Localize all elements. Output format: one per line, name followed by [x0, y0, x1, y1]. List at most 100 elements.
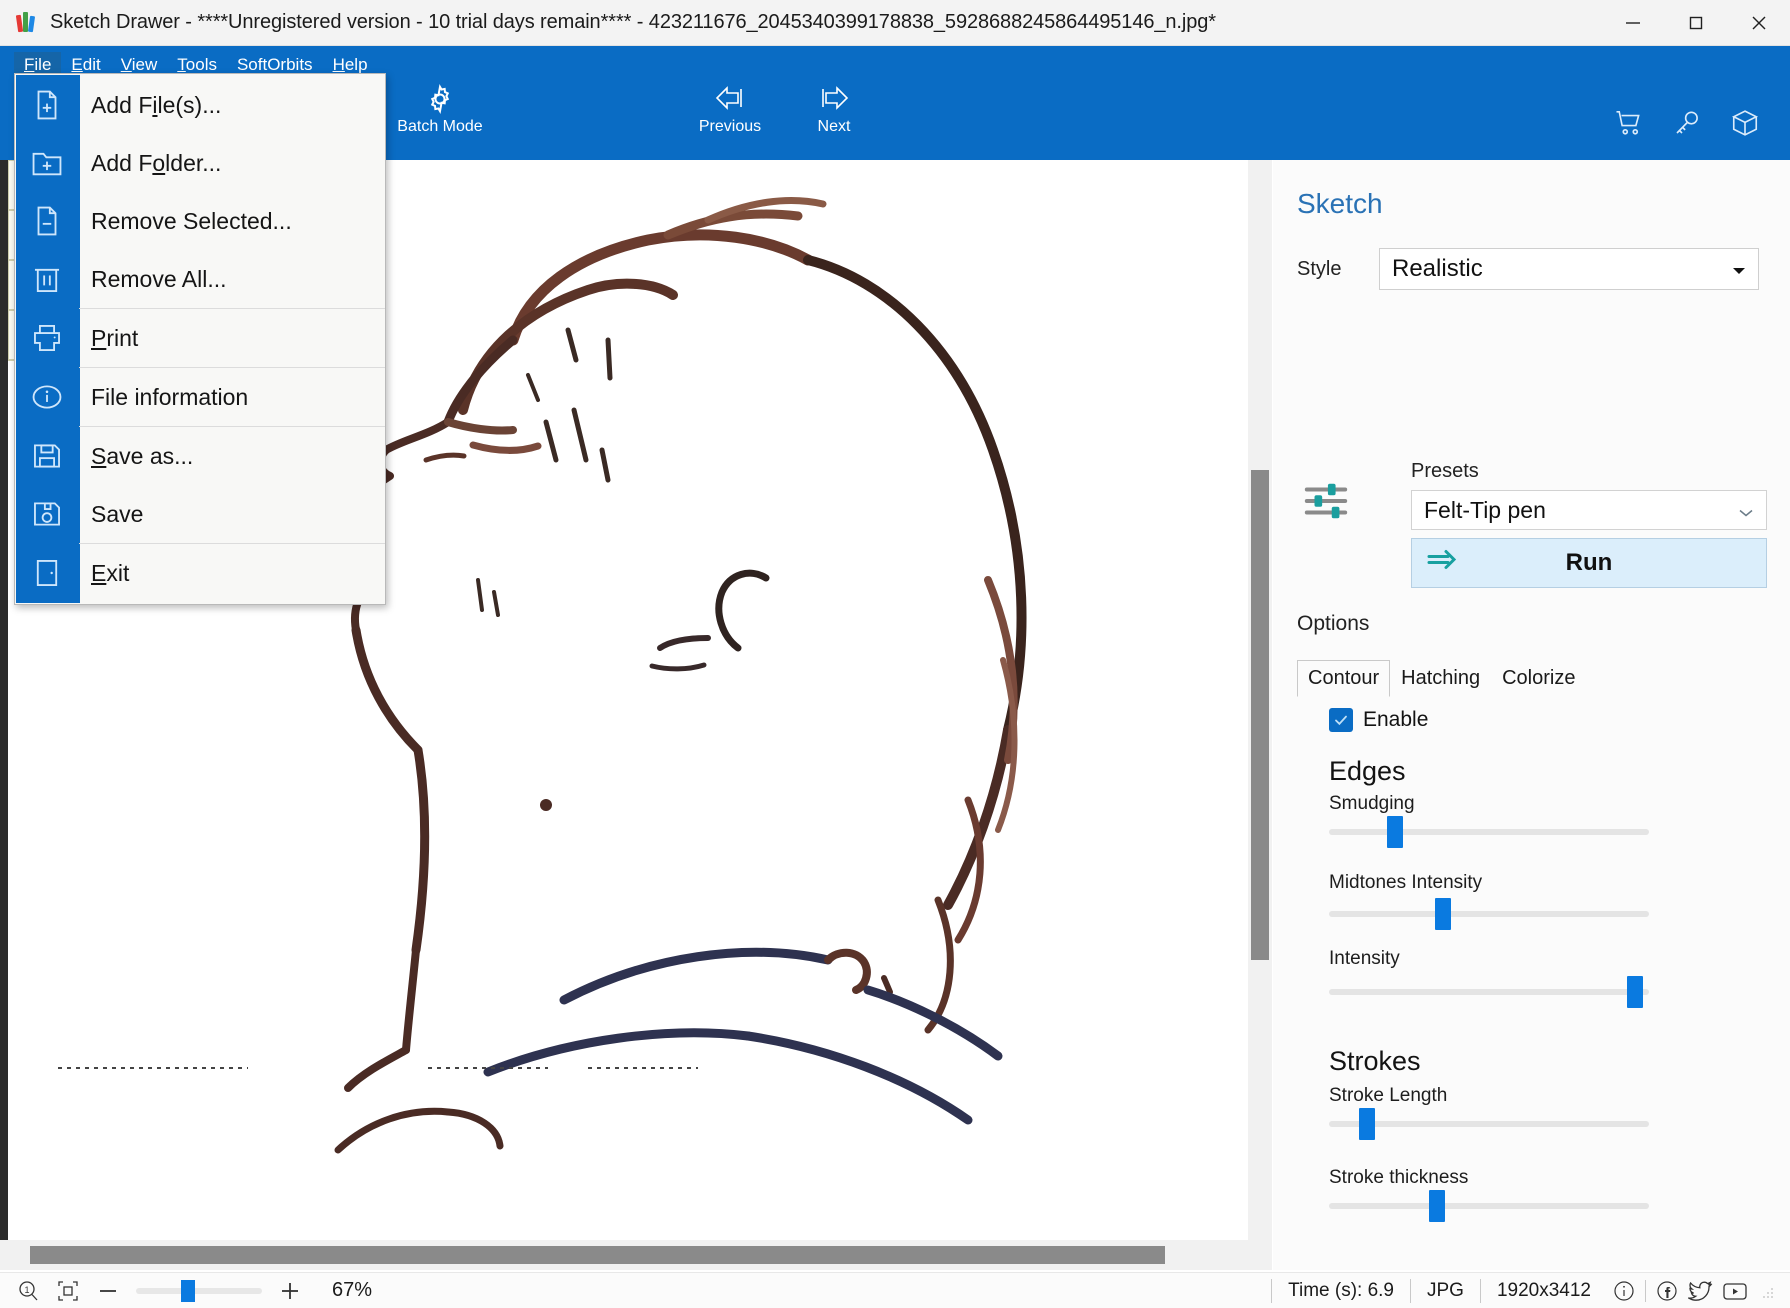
menu-item-add-files[interactable]: Add Fi le(s)... — [15, 76, 385, 134]
menu-item-label: Print — [91, 324, 139, 351]
previous-button[interactable]: Previous — [690, 82, 770, 136]
arrow-right-double-icon — [1426, 549, 1458, 578]
menu-item-remove-selected[interactable]: Remove Selected... — [15, 192, 385, 250]
close-icon[interactable] — [1727, 0, 1790, 46]
zoom-actual-size-icon[interactable]: 1 — [8, 1274, 48, 1308]
presets-select[interactable]: Felt-Tip pen — [1411, 490, 1767, 530]
next-button[interactable]: Next — [794, 82, 874, 136]
slider-track — [1329, 989, 1649, 995]
section-heading-edges: Edges — [1329, 756, 1406, 786]
menu-item-remove-all[interactable]: Remove All... — [15, 250, 385, 308]
next-label: Next — [817, 118, 851, 135]
canvas-left-edge — [0, 160, 8, 1270]
sketch-drawer-window: Sketch Drawer - ****Unregistered version… — [0, 0, 1790, 1308]
run-button[interactable]: Run — [1411, 538, 1767, 588]
slider-stroke-thickness[interactable] — [1329, 1190, 1649, 1222]
slider-label-stroke-thickness: Stroke thickness — [1329, 1167, 1469, 1188]
presets-value: Felt-Tip pen — [1424, 496, 1546, 523]
slider-thumb[interactable] — [1627, 976, 1643, 1008]
zoom-slider[interactable] — [136, 1278, 262, 1304]
menu-item-label: Save as... — [91, 442, 194, 469]
status-format: JPG — [1410, 1278, 1480, 1303]
file-remove-icon — [15, 192, 79, 250]
slider-label-midtones-intensity: Midtones Intensity — [1329, 872, 1483, 893]
youtube-icon[interactable] — [1718, 1276, 1752, 1306]
chevron-down-icon — [1732, 255, 1746, 283]
batch-mode-button[interactable]: Batch Mode — [385, 82, 495, 138]
chevron-down-icon — [1738, 497, 1754, 524]
slider-thumb[interactable] — [1429, 1190, 1445, 1222]
slider-thumb[interactable] — [1359, 1108, 1375, 1140]
box-icon[interactable] — [1726, 104, 1764, 142]
canvas-vertical-scrollbar[interactable] — [1248, 160, 1272, 1240]
info-circle-icon[interactable] — [1607, 1276, 1641, 1306]
menu-item-print[interactable]: Print — [15, 309, 385, 367]
arrow-right-icon — [794, 82, 874, 118]
zoom-out-button[interactable] — [88, 1274, 128, 1308]
canvas-horizontal-scrollbar[interactable] — [0, 1240, 1272, 1270]
menu-item-file-information[interactable]: File information — [15, 368, 385, 426]
previous-label: Previous — [698, 118, 762, 135]
zoom-in-button[interactable] — [270, 1274, 310, 1308]
sliders-icon — [1303, 478, 1349, 529]
zoom-percentage: 67% — [332, 1279, 373, 1301]
slider-thumb[interactable] — [1435, 898, 1451, 930]
menu-item-save-as[interactable]: Save as... — [15, 427, 385, 485]
slider-stroke-length[interactable] — [1329, 1108, 1649, 1140]
status-bar: 1 67% Time (s): 6.9 JPG 1920x3412 — [0, 1272, 1790, 1308]
section-heading-strokes: Strokes — [1329, 1046, 1421, 1076]
slider-midtones-intensity[interactable] — [1329, 898, 1649, 930]
slider-track — [1329, 1203, 1649, 1209]
menu-item-exit[interactable]: Exit — [15, 544, 385, 602]
enable-label: Enable — [1363, 708, 1429, 731]
zoom-fit-icon[interactable] — [48, 1274, 88, 1308]
menu-item-label: Remove All... — [91, 265, 227, 292]
slider-thumb[interactable] — [1387, 816, 1403, 848]
minimize-icon[interactable] — [1601, 0, 1664, 46]
style-select[interactable]: Realistic — [1379, 248, 1759, 290]
zoom-slider-track — [136, 1287, 262, 1294]
menu-item-add-folder[interactable]: Add Fo lder... — [15, 134, 385, 192]
facebook-icon[interactable] — [1650, 1276, 1684, 1306]
zoom-controls: 1 67% — [0, 1274, 372, 1308]
tab-hatching[interactable]: Hatching — [1390, 660, 1491, 697]
printer-icon — [15, 309, 79, 367]
style-value: Realistic — [1392, 255, 1483, 282]
folder-add-icon — [15, 134, 79, 192]
save-icon — [15, 485, 79, 543]
info-circle-icon — [15, 368, 79, 426]
menu-separator — [79, 426, 385, 427]
slider-label-stroke-length: Stroke Length — [1329, 1085, 1448, 1106]
twitter-icon[interactable] — [1684, 1276, 1718, 1306]
menu-item-save[interactable]: Save — [15, 485, 385, 543]
options-tabs: Contour Hatching Colorize — [1297, 660, 1586, 697]
horizontal-scroll-thumb[interactable] — [30, 1246, 1165, 1264]
batch-mode-label-1: Batch — [397, 118, 439, 135]
menu-separator — [79, 308, 385, 309]
zoom-slider-thumb[interactable] — [181, 1279, 195, 1302]
vertical-scroll-thumb[interactable] — [1251, 470, 1269, 960]
menu-item-label: Add Fi le(s)... — [91, 91, 222, 118]
arrow-left-icon — [690, 82, 770, 118]
navigation-group: Previous Next — [690, 82, 874, 136]
menu-item-label: Add Fo lder... — [91, 149, 222, 176]
save-as-icon — [15, 427, 79, 485]
cart-icon[interactable] — [1610, 104, 1648, 142]
svg-text:1: 1 — [24, 1285, 29, 1295]
menu-item-label: Remove Selected... — [91, 207, 292, 234]
tab-contour[interactable]: Contour — [1297, 660, 1391, 697]
panel-title: Sketch — [1297, 188, 1383, 219]
slider-smudging[interactable] — [1329, 816, 1649, 848]
menu-separator — [79, 367, 385, 368]
exit-door-icon — [15, 544, 79, 602]
key-icon[interactable] — [1668, 104, 1706, 142]
maximize-icon[interactable] — [1664, 0, 1727, 46]
file-add-icon — [15, 76, 79, 134]
slider-label-smudging: Smudging — [1329, 793, 1415, 814]
slider-intensity[interactable] — [1329, 976, 1649, 1008]
status-divider — [1645, 1279, 1646, 1302]
trash-icon — [15, 250, 79, 308]
tab-colorize[interactable]: Colorize — [1491, 660, 1586, 697]
enable-checkbox[interactable] — [1329, 708, 1353, 732]
resize-grip[interactable] — [1760, 1283, 1776, 1299]
